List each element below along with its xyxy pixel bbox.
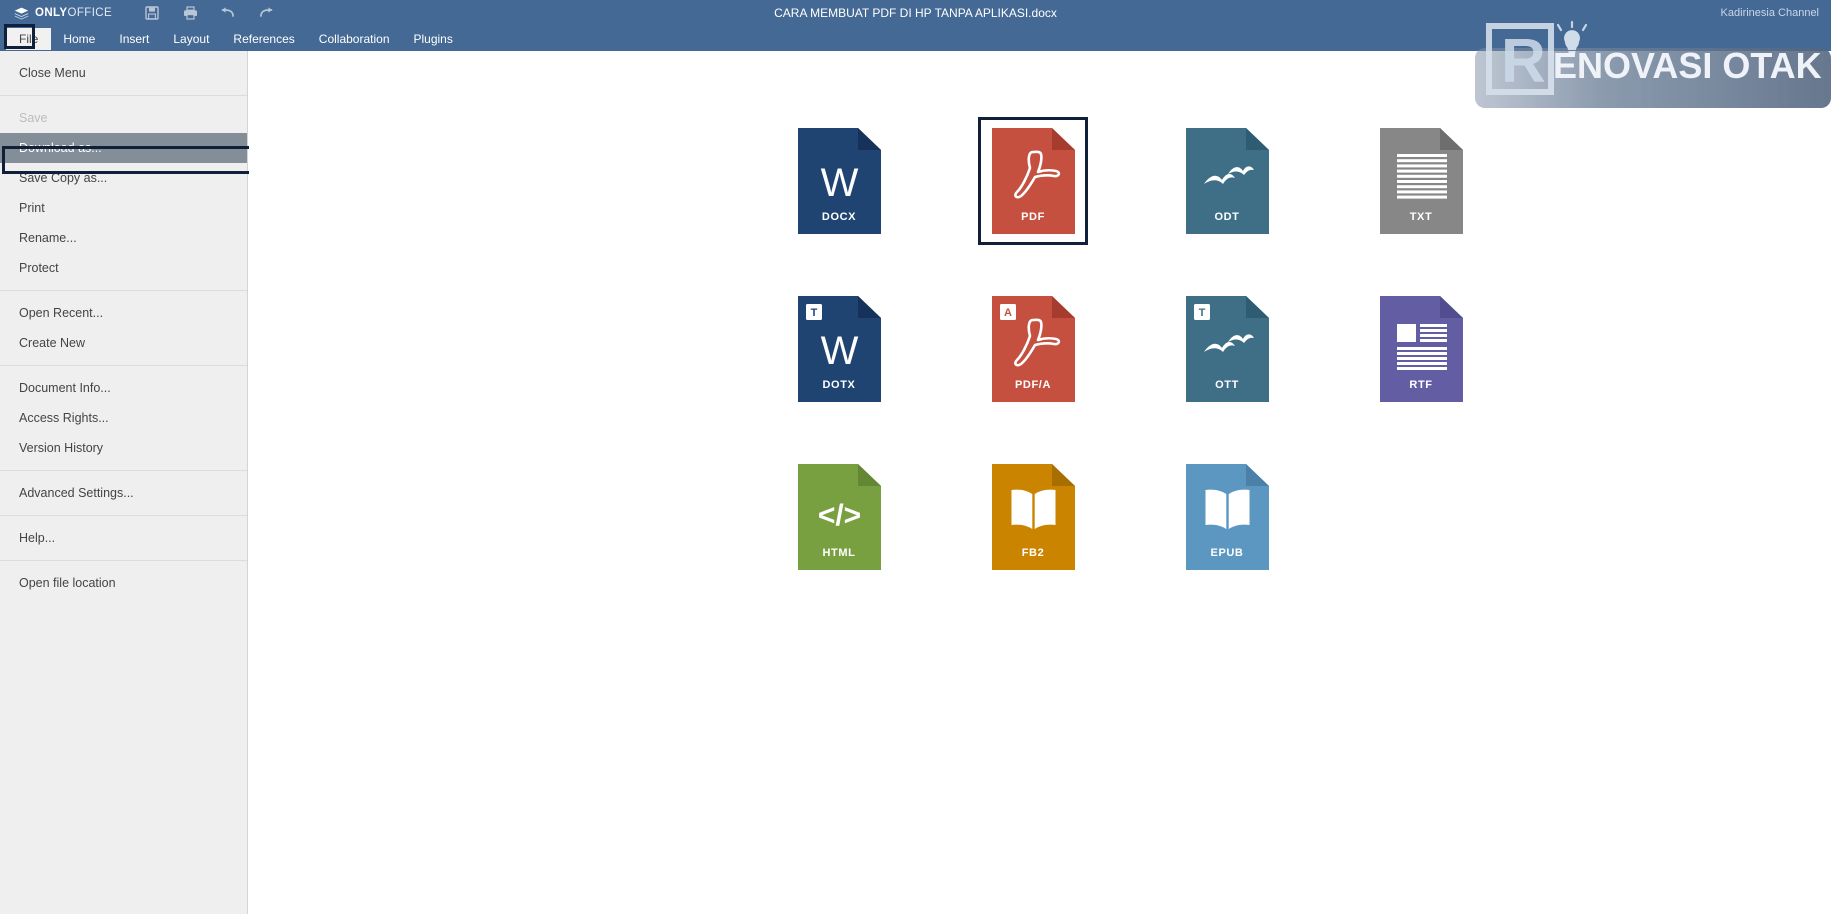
file-type-icon-fb2: FB2 — [990, 462, 1077, 572]
file-menu-item-advanced-settings[interactable]: Advanced Settings... — [0, 478, 247, 508]
format-row: W T DOTX A PDF/A T OTT RTF — [784, 285, 1476, 413]
svg-text:T: T — [810, 307, 817, 319]
tab-references[interactable]: References — [221, 28, 306, 50]
file-menu-item-open-recent[interactable]: Open Recent... — [0, 298, 247, 328]
file-menu-item-rename[interactable]: Rename... — [0, 223, 247, 253]
file-menu-group-5: Advanced Settings... — [0, 471, 247, 515]
brand-label: ONLYOFFICE — [35, 7, 113, 19]
channel-watermark-label: Kadirinesia Channel — [1720, 7, 1819, 19]
file-menu-item-protect[interactable]: Protect — [0, 253, 247, 283]
file-type-icon-html: </> HTML — [796, 462, 883, 572]
svg-text:W: W — [820, 161, 858, 205]
download-as-format-area: W DOCX PDF ODT TXT W T DOTX A PDF/A T OTT RTF </> HTML… — [249, 51, 1831, 914]
ribbon-tab-bar[interactable]: File Home Insert Layout References Colla… — [0, 26, 1831, 51]
file-menu-group-2: Save Download as... Save Copy as... Prin… — [0, 96, 247, 290]
tab-insert[interactable]: Insert — [107, 28, 161, 50]
file-menu-item-create-new[interactable]: Create New — [0, 328, 247, 358]
file-type-icon-odt: ODT — [1184, 126, 1271, 236]
file-menu-item-save: Save — [19, 111, 48, 125]
tab-home[interactable]: Home — [51, 28, 107, 50]
print-icon[interactable] — [180, 3, 200, 23]
file-menu-item-close-menu[interactable]: Close Menu — [0, 58, 247, 88]
file-type-icon-txt: TXT — [1378, 126, 1465, 236]
file-type-icon-ott: T OTT — [1184, 294, 1271, 404]
save-icon[interactable] — [142, 3, 162, 23]
file-menu-group-3: Open Recent... Create New — [0, 291, 247, 365]
format-grid[interactable]: W DOCX PDF ODT TXT W T DOTX A PDF/A T OTT RTF </> HTML… — [784, 117, 1476, 621]
file-menu-group-1: Close Menu — [0, 51, 247, 95]
file-type-icon-docx: W DOCX — [796, 126, 883, 236]
file-type-icon-dotx: W T DOTX — [796, 294, 883, 404]
format-row: </> HTML FB2 EPUB — [784, 453, 1476, 581]
file-menu-item-open-file-location[interactable]: Open file location — [0, 568, 247, 598]
title-bar: ONLYOFFICE CARA MEMBUAT PDF DI HP TANPA … — [0, 0, 1831, 26]
format-option-fb2[interactable]: FB2 — [978, 453, 1088, 581]
file-menu-item-print[interactable]: Print — [0, 193, 247, 223]
file-menu-item-help[interactable]: Help... — [0, 523, 247, 553]
file-menu-panel[interactable]: Close Menu Save Download as... Save Copy… — [0, 51, 248, 914]
file-menu-group-7: Open file location — [0, 561, 247, 605]
file-menu-item-save-copy-as[interactable]: Save Copy as... — [0, 163, 247, 193]
file-menu-item-download-as[interactable]: Download as... — [0, 133, 247, 163]
file-menu-item-document-info[interactable]: Document Info... — [0, 373, 247, 403]
quick-access-toolbar[interactable] — [142, 3, 276, 23]
svg-text:</>: </> — [817, 499, 860, 532]
format-option-txt[interactable]: TXT — [1366, 117, 1476, 245]
format-option-dotx[interactable]: W T DOTX — [784, 285, 894, 413]
undo-icon[interactable] — [218, 3, 238, 23]
svg-text:W: W — [820, 329, 858, 373]
file-type-icon-pdf: PDF — [990, 126, 1077, 236]
tab-collaboration[interactable]: Collaboration — [307, 28, 402, 50]
svg-text:A: A — [1004, 307, 1012, 319]
format-row: W DOCX PDF ODT TXT — [784, 117, 1476, 245]
file-type-icon-pdf-a: A PDF/A — [990, 294, 1077, 404]
format-option-epub[interactable]: EPUB — [1172, 453, 1282, 581]
format-option-odt[interactable]: ODT — [1172, 117, 1282, 245]
file-menu-item-version-history[interactable]: Version History — [0, 433, 247, 463]
onlyoffice-brand: ONLYOFFICE — [14, 7, 112, 20]
redo-icon[interactable] — [256, 3, 276, 23]
format-option-html[interactable]: </> HTML — [784, 453, 894, 581]
format-option-pdf-a[interactable]: A PDF/A — [978, 285, 1088, 413]
format-option-docx[interactable]: W DOCX — [784, 117, 894, 245]
tab-file[interactable]: File — [6, 27, 52, 50]
header-right-tools[interactable]: Kadirinesia Channel — [1721, 0, 1819, 26]
file-type-icon-rtf: RTF — [1378, 294, 1465, 404]
file-menu-item-access-rights[interactable]: Access Rights... — [0, 403, 247, 433]
tab-plugins[interactable]: Plugins — [402, 28, 465, 50]
file-menu-group-6: Help... — [0, 516, 247, 560]
format-option-rtf[interactable]: RTF — [1366, 285, 1476, 413]
file-menu-group-4: Document Info... Access Rights... Versio… — [0, 366, 247, 470]
tab-layout[interactable]: Layout — [161, 28, 221, 50]
format-option-ott[interactable]: T OTT — [1172, 285, 1282, 413]
format-option-pdf[interactable]: PDF — [978, 117, 1088, 245]
svg-text:T: T — [1198, 307, 1205, 319]
onlyoffice-logo-icon — [14, 7, 29, 20]
file-type-icon-epub: EPUB — [1184, 462, 1271, 572]
